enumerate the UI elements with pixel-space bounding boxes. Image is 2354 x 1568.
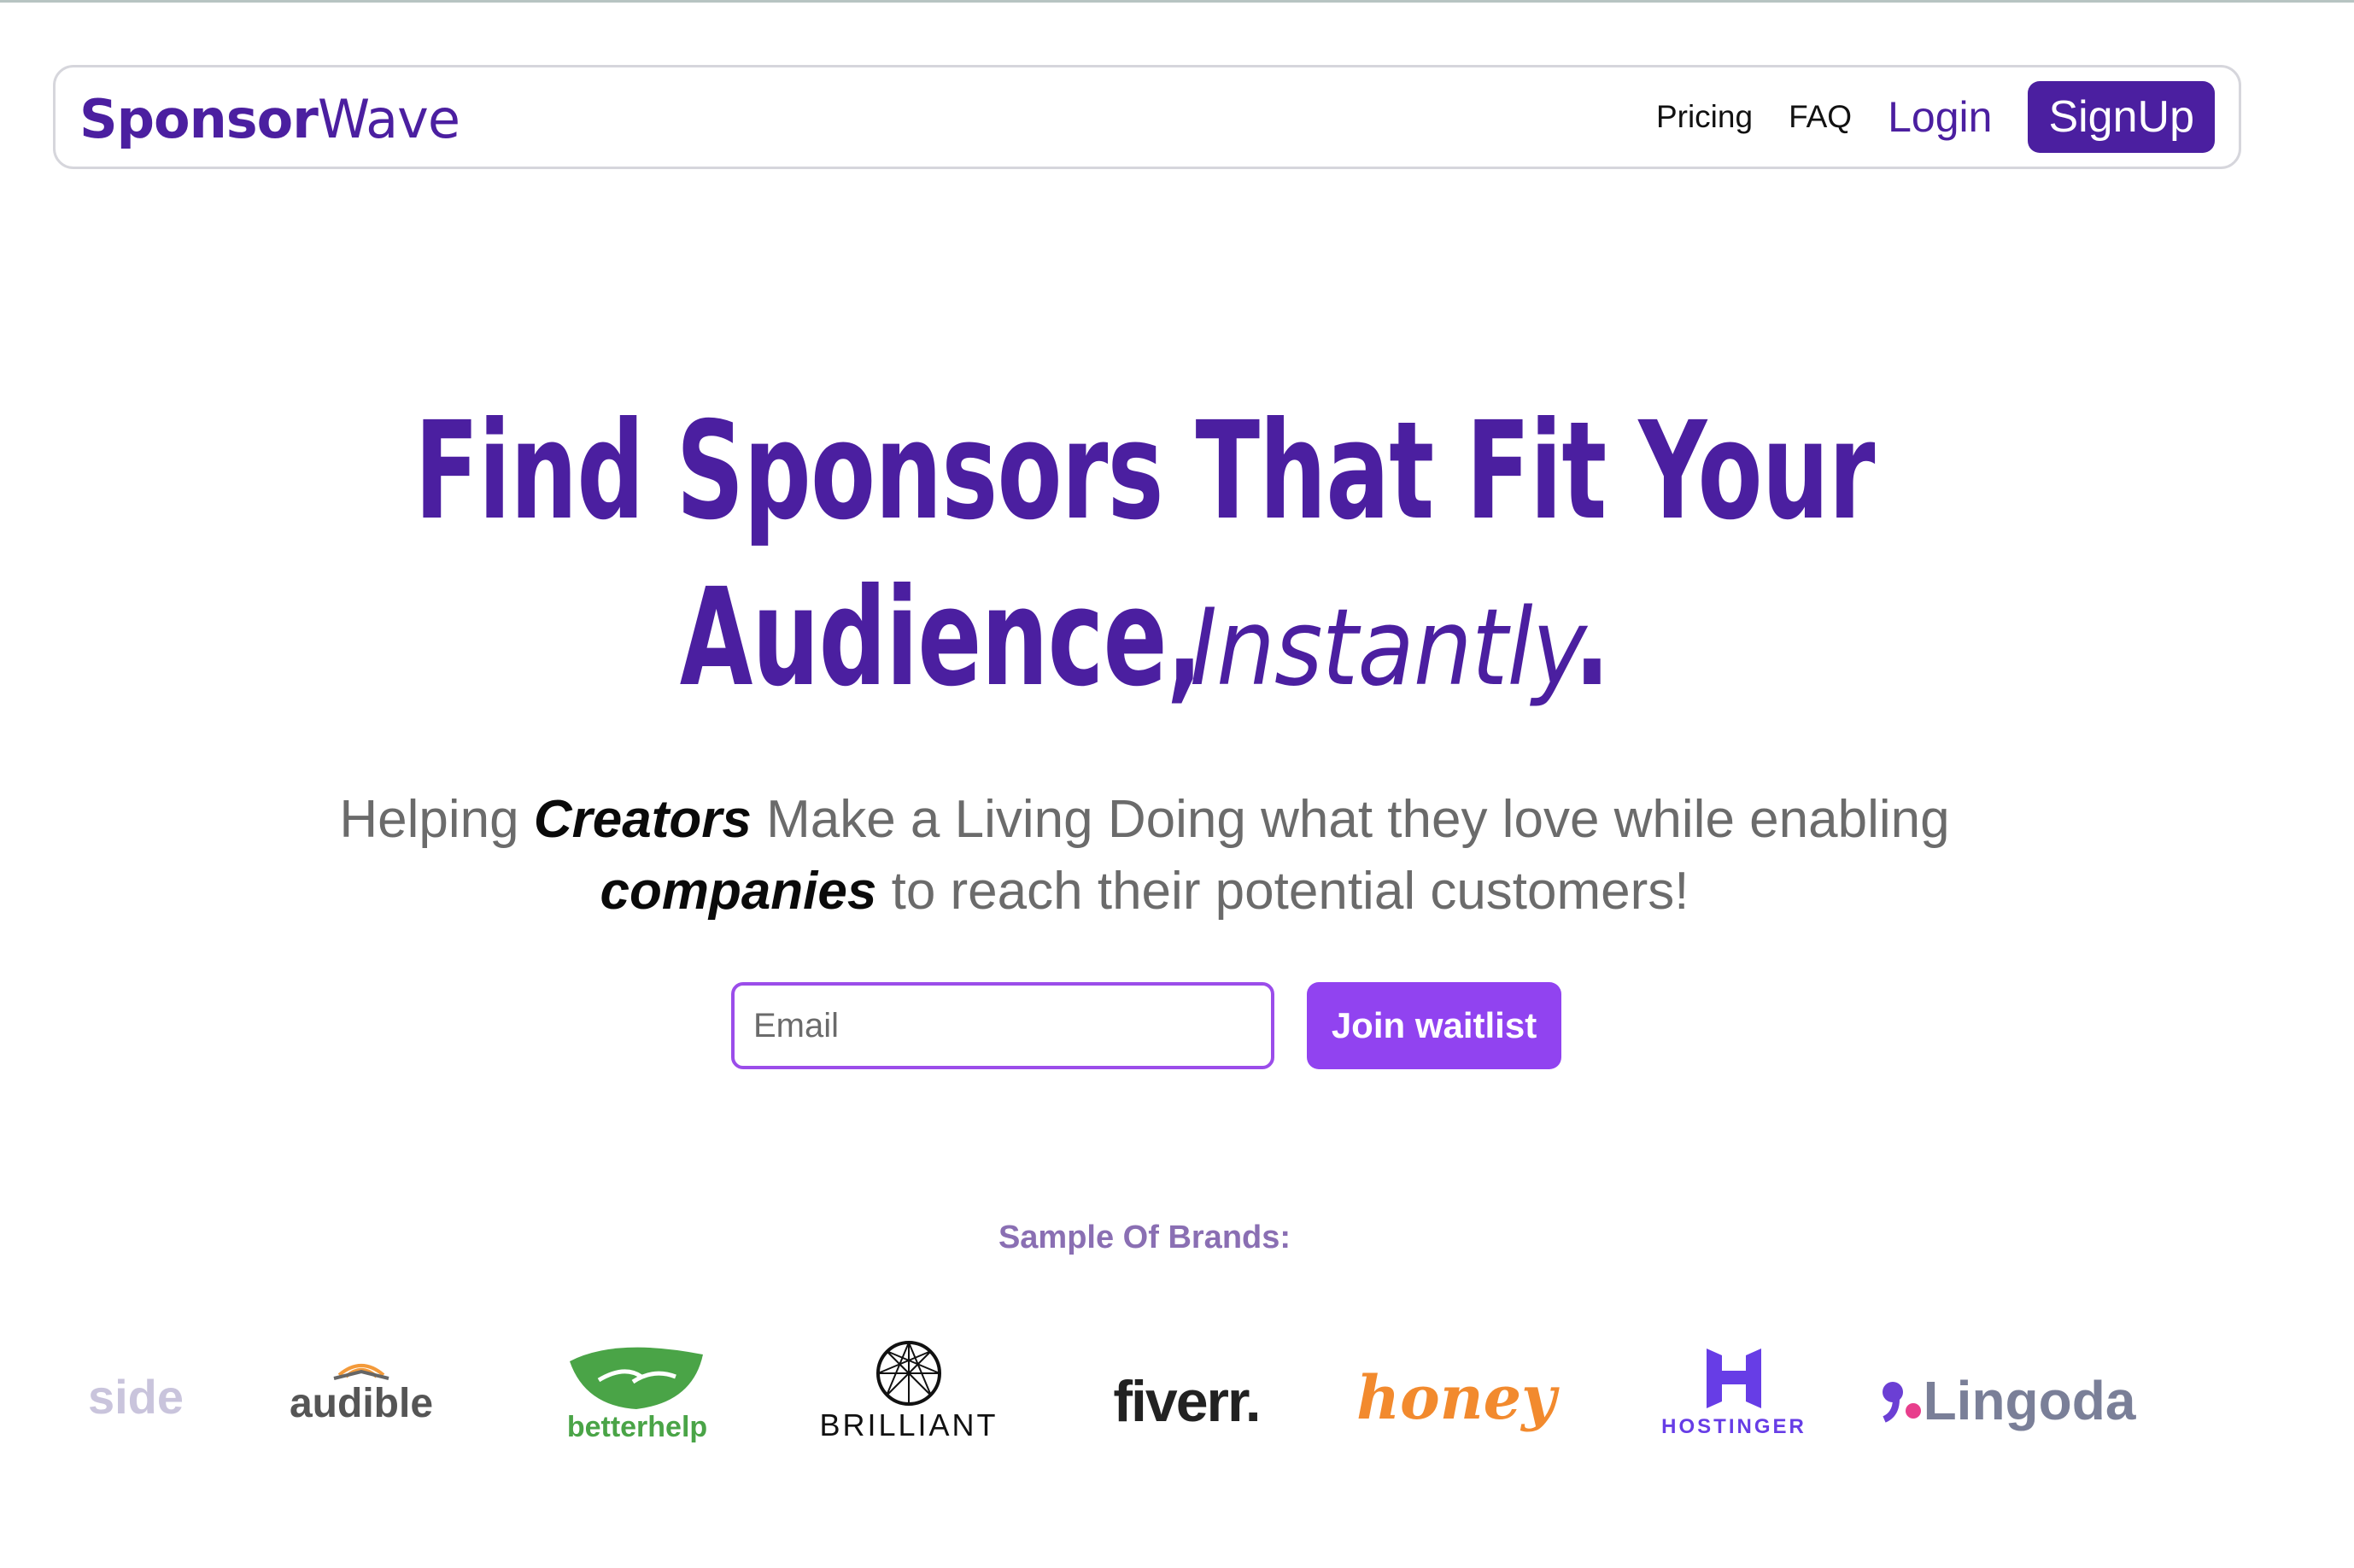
brand-logo-side: side [87, 1369, 184, 1424]
brand-logo-fiverr: fiverr. [1113, 1369, 1261, 1434]
brand-logo-betterhelp: betterhelp [553, 1337, 721, 1448]
nav-links: Pricing FAQ Login SignUp [1620, 81, 2215, 153]
signup-button[interactable]: SignUp [2028, 81, 2215, 153]
sponsorwave-logo[interactable]: SponsorWave [79, 85, 460, 153]
subtitle-companies: companies [600, 862, 877, 921]
hero-subtitle: Helping Creators Make a Living Doing wha… [339, 790, 1950, 921]
browser-top-border [0, 0, 2354, 3]
nav-link-pricing[interactable]: Pricing [1656, 99, 1753, 135]
nav-link-faq[interactable]: FAQ [1789, 99, 1852, 135]
brand-logo-honey: honey [1356, 1361, 1556, 1433]
email-input[interactable] [731, 982, 1274, 1069]
brilliant-geodesic-icon [876, 1341, 941, 1406]
logo-text: SponsorWave [79, 87, 460, 150]
hero-italic-instantly: Instantly [1190, 587, 1587, 710]
lingoda-mark-icon [1882, 1382, 1921, 1423]
hero-line-1: Find Sponsors That Fit Your [414, 393, 1875, 550]
login-link[interactable]: Login [1888, 92, 1992, 142]
betterhelp-leaf-icon [570, 1347, 703, 1409]
hero-headline: Find Sponsors That Fit Your Audience,Ins… [0, 389, 2289, 732]
hostinger-h-icon [1707, 1349, 1761, 1408]
brand-logo-lingoda: Lingoda [1871, 1358, 2144, 1443]
brand-logo-audible: audible [280, 1346, 442, 1431]
subtitle-creators: Creators [533, 790, 752, 849]
join-waitlist-button[interactable]: Join waitlist [1307, 982, 1561, 1069]
brand-logo-brilliant: BRILLIANT [819, 1336, 996, 1447]
hero-line-2: Audience,Instantly. [343, 555, 1946, 732]
brands-label: Sample Of Brands: [998, 1220, 1291, 1255]
navbar: SponsorWave Pricing FAQ Login SignUp [53, 65, 2241, 169]
brand-logo-hostinger: HOSTINGER [1648, 1341, 1819, 1443]
